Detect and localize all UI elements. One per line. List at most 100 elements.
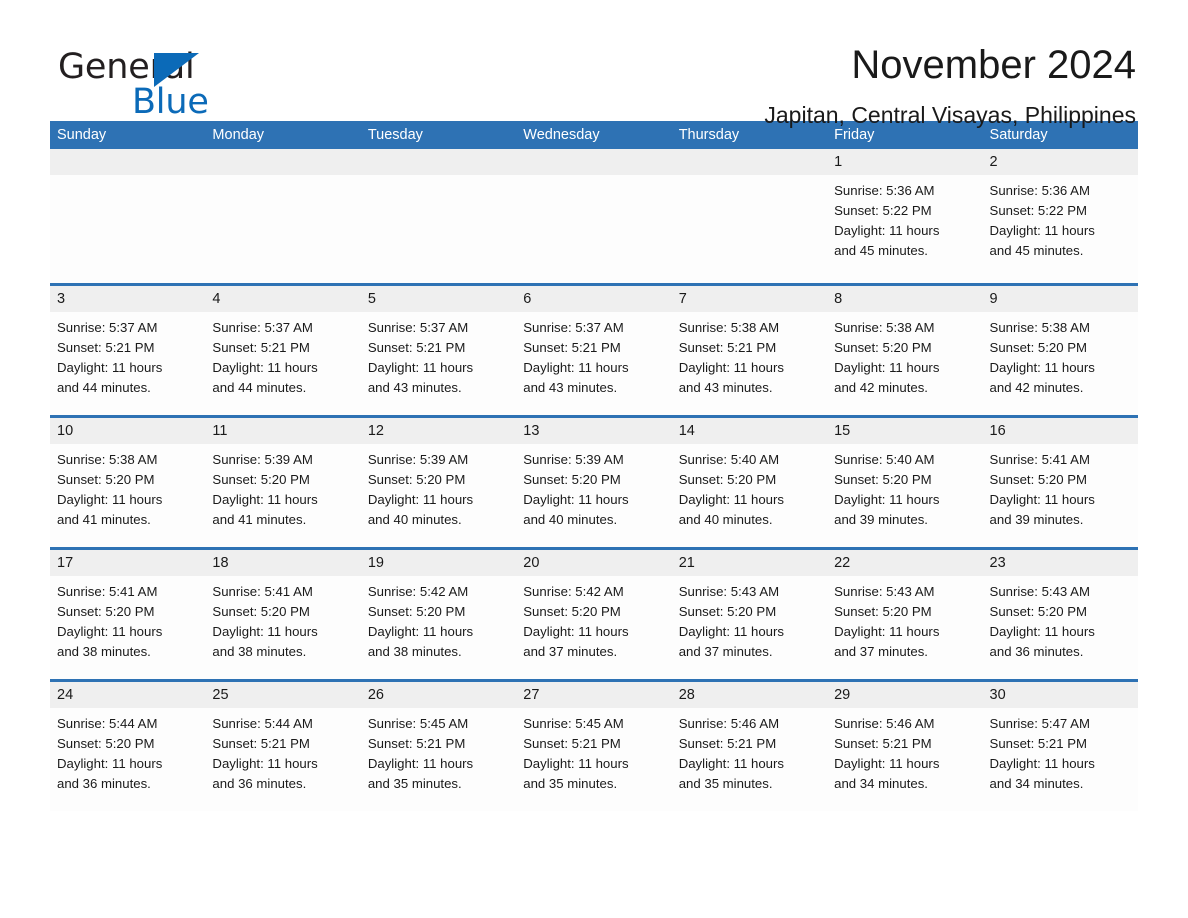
day-details: Sunrise: 5:38 AM Sunset: 5:21 PM Daylight:…	[672, 312, 827, 398]
daylight-text-line1: Daylight: 11 hours	[212, 492, 318, 507]
daylight-text-line1: Daylight: 11 hours	[834, 223, 940, 238]
day-number	[516, 149, 672, 175]
day-number: 19	[360, 550, 517, 576]
calendar-day-cell-empty	[50, 149, 206, 283]
calendar-day-cell[interactable]: 11 Sunrise: 5:39 AM Sunset: 5:20 PM Dayligh…	[205, 418, 361, 547]
sunset-text: Sunset: 5:20 PM	[678, 604, 777, 619]
daylight-text-line1: Daylight: 11 hours	[523, 360, 629, 375]
calendar-day-cell[interactable]: 26 Sunrise: 5:45 AM Sunset: 5:21 PM Dayligh…	[360, 682, 517, 811]
calendar-day-cell[interactable]: 20 Sunrise: 5:42 AM Sunset: 5:20 PM Dayligh…	[516, 550, 672, 679]
sunset-text: Sunset: 5:20 PM	[212, 604, 310, 619]
calendar-weeks: 1 Sunrise: 5:36 AM Sunset: 5:22 PM Daylight…	[50, 149, 1138, 811]
weekday-header-monday: Monday	[212, 127, 265, 143]
sunrise-text: Sunrise: 5:43 AM	[989, 584, 1090, 599]
calendar-day-cell[interactable]: 10 Sunrise: 5:38 AM Sunset: 5:20 PM Dayligh…	[50, 418, 206, 547]
day-number: 1	[827, 149, 983, 175]
sunset-text: Sunset: 5:20 PM	[57, 472, 155, 487]
calendar-day-cell-empty	[205, 149, 361, 283]
day-number: 2	[982, 149, 1138, 175]
calendar-day-cell[interactable]: 24 Sunrise: 5:44 AM Sunset: 5:20 PM Dayligh…	[50, 682, 206, 811]
day-number: 11	[205, 418, 361, 444]
calendar-day-cell[interactable]: 9 Sunrise: 5:38 AM Sunset: 5:20 PM Daylight…	[982, 286, 1138, 415]
calendar-day-cell-empty	[360, 149, 517, 283]
sunrise-text: Sunrise: 5:39 AM	[523, 452, 624, 467]
calendar-week-row: 24 Sunrise: 5:44 AM Sunset: 5:20 PM Dayligh…	[50, 679, 1138, 811]
day-details: Sunrise: 5:43 AM Sunset: 5:20 PM Daylight:…	[672, 576, 827, 662]
day-details: Sunrise: 5:46 AM Sunset: 5:21 PM Daylight:…	[672, 708, 827, 794]
calendar-week-row: 17 Sunrise: 5:41 AM Sunset: 5:20 PM Dayligh…	[50, 547, 1138, 679]
calendar-day-cell[interactable]: 6 Sunrise: 5:37 AM Sunset: 5:21 PM Daylight…	[516, 286, 672, 415]
daylight-text-line1: Daylight: 11 hours	[678, 492, 784, 507]
calendar-day-cell[interactable]: 16 Sunrise: 5:41 AM Sunset: 5:20 PM Dayligh…	[982, 418, 1138, 547]
logo-word-blue: Blue	[132, 82, 209, 122]
day-number: 15	[827, 418, 983, 444]
calendar-day-cell[interactable]: 13 Sunrise: 5:39 AM Sunset: 5:20 PM Dayligh…	[516, 418, 672, 547]
calendar-day-cell[interactable]: 4 Sunrise: 5:37 AM Sunset: 5:21 PM Daylight…	[205, 286, 361, 415]
sunset-text: Sunset: 5:21 PM	[212, 340, 310, 355]
calendar-day-cell[interactable]: 7 Sunrise: 5:38 AM Sunset: 5:21 PM Daylight…	[671, 286, 828, 415]
sunrise-text: Sunrise: 5:45 AM	[367, 716, 469, 731]
daylight-text-line2: and 37 minutes.	[834, 644, 928, 659]
calendar-day-cell[interactable]: 1 Sunrise: 5:36 AM Sunset: 5:22 PM Daylight…	[827, 149, 983, 283]
daylight-text-line2: and 39 minutes.	[834, 512, 928, 527]
sunrise-text: Sunrise: 5:43 AM	[834, 584, 935, 599]
calendar-day-cell[interactable]: 18 Sunrise: 5:41 AM Sunset: 5:20 PM Dayligh…	[205, 550, 361, 679]
calendar-day-cell[interactable]: 15 Sunrise: 5:40 AM Sunset: 5:20 PM Dayligh…	[827, 418, 983, 547]
daylight-text-line2: and 35 minutes.	[678, 776, 773, 791]
daylight-text-line2: and 37 minutes.	[523, 644, 618, 659]
daylight-text-line1: Daylight: 11 hours	[57, 756, 163, 771]
sunset-text: Sunset: 5:20 PM	[834, 340, 932, 355]
daylight-text-line2: and 39 minutes.	[989, 512, 1084, 527]
sunrise-text: Sunrise: 5:42 AM	[523, 584, 624, 599]
sunset-text: Sunset: 5:21 PM	[57, 340, 155, 355]
calendar-day-cell[interactable]: 21 Sunrise: 5:43 AM Sunset: 5:20 PM Dayligh…	[671, 550, 828, 679]
calendar-day-cell[interactable]: 27 Sunrise: 5:45 AM Sunset: 5:21 PM Dayligh…	[516, 682, 672, 811]
general-blue-logo[interactable]: General Blue	[50, 42, 280, 120]
calendar-day-cell[interactable]: 5 Sunrise: 5:37 AM Sunset: 5:21 PM Daylight…	[360, 286, 517, 415]
sunrise-text: Sunrise: 5:41 AM	[212, 584, 313, 599]
sunrise-text: Sunrise: 5:44 AM	[212, 716, 313, 731]
calendar-day-cell[interactable]: 23 Sunrise: 5:43 AM Sunset: 5:20 PM Dayligh…	[982, 550, 1138, 679]
sunrise-text: Sunrise: 5:39 AM	[367, 452, 469, 467]
day-number	[205, 149, 361, 175]
sunset-text: Sunset: 5:22 PM	[834, 203, 932, 218]
calendar-day-cell[interactable]: 17 Sunrise: 5:41 AM Sunset: 5:20 PM Dayligh…	[50, 550, 206, 679]
day-details: Sunrise: 5:37 AM Sunset: 5:21 PM Daylight:…	[516, 312, 671, 398]
calendar-day-cell[interactable]: 12 Sunrise: 5:39 AM Sunset: 5:20 PM Dayligh…	[360, 418, 517, 547]
sunset-text: Sunset: 5:20 PM	[367, 604, 466, 619]
daylight-text-line1: Daylight: 11 hours	[834, 492, 940, 507]
sunset-text: Sunset: 5:21 PM	[367, 736, 466, 751]
daylight-text-line2: and 36 minutes.	[57, 776, 151, 791]
weekday-header-thursday: Thursday	[678, 127, 740, 143]
calendar-day-cell[interactable]: 28 Sunrise: 5:46 AM Sunset: 5:21 PM Dayligh…	[671, 682, 828, 811]
calendar-day-cell[interactable]: 29 Sunrise: 5:46 AM Sunset: 5:21 PM Dayligh…	[827, 682, 983, 811]
calendar-day-cell[interactable]: 3 Sunrise: 5:37 AM Sunset: 5:21 PM Daylight…	[50, 286, 206, 415]
calendar-day-cell[interactable]: 19 Sunrise: 5:42 AM Sunset: 5:20 PM Dayligh…	[360, 550, 517, 679]
sunset-text: Sunset: 5:21 PM	[523, 736, 621, 751]
day-number: 6	[516, 286, 672, 312]
day-details: Sunrise: 5:43 AM Sunset: 5:20 PM Daylight:…	[983, 576, 1138, 662]
day-number: 9	[982, 286, 1138, 312]
day-number: 26	[360, 682, 517, 708]
day-number	[50, 149, 206, 175]
calendar-day-cell[interactable]: 22 Sunrise: 5:43 AM Sunset: 5:20 PM Dayligh…	[827, 550, 983, 679]
daylight-text-line2: and 45 minutes.	[989, 243, 1084, 258]
page-title: November 2024	[851, 43, 1136, 87]
weekday-header-sunday: Sunday	[57, 127, 107, 143]
day-number: 25	[205, 682, 361, 708]
sunrise-text: Sunrise: 5:37 AM	[523, 320, 624, 335]
calendar-day-cell-empty	[516, 149, 672, 283]
calendar-day-cell[interactable]: 14 Sunrise: 5:40 AM Sunset: 5:20 PM Dayligh…	[671, 418, 828, 547]
sunrise-text: Sunrise: 5:37 AM	[212, 320, 313, 335]
calendar-day-cell[interactable]: 25 Sunrise: 5:44 AM Sunset: 5:21 PM Dayligh…	[205, 682, 361, 811]
daylight-text-line2: and 38 minutes.	[367, 644, 462, 659]
sunset-text: Sunset: 5:21 PM	[523, 340, 621, 355]
day-number: 22	[827, 550, 983, 576]
daylight-text-line1: Daylight: 11 hours	[989, 624, 1095, 639]
daylight-text-line1: Daylight: 11 hours	[367, 624, 474, 639]
calendar-day-cell[interactable]: 8 Sunrise: 5:38 AM Sunset: 5:20 PM Daylight…	[827, 286, 983, 415]
day-number: 18	[205, 550, 361, 576]
daylight-text-line1: Daylight: 11 hours	[834, 756, 940, 771]
calendar-day-cell[interactable]: 30 Sunrise: 5:47 AM Sunset: 5:21 PM Dayligh…	[982, 682, 1138, 811]
calendar-day-cell[interactable]: 2 Sunrise: 5:36 AM Sunset: 5:22 PM Daylight…	[982, 149, 1138, 283]
